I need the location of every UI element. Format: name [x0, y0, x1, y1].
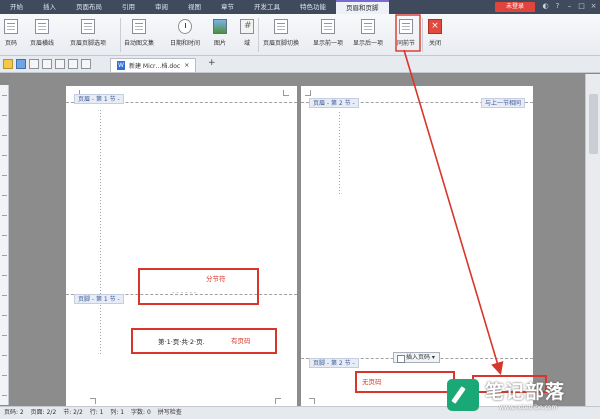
auto-text-icon	[132, 19, 146, 34]
hf-switch-icon	[274, 19, 288, 34]
show-prev-button[interactable]: 显示前一项	[313, 16, 343, 54]
hf-switch-button[interactable]: 页眉页脚切换	[263, 16, 299, 54]
no-page-number-note: 无页码	[362, 378, 382, 386]
page-number-button[interactable]: 页码	[4, 16, 18, 54]
show-next-button[interactable]: 显示后一项	[353, 16, 383, 54]
header-line-icon	[35, 19, 49, 34]
watermark-title: 笔记部落	[485, 381, 566, 403]
tab-home[interactable]: 开始	[0, 0, 33, 14]
picture-button[interactable]: 图片	[213, 16, 227, 54]
page-1[interactable]: 页眉 - 第 1 节 - 页脚 - 第 1 节 -	[66, 86, 297, 406]
same-as-prev-icon	[399, 19, 413, 34]
document-tab-label: 新建 Micr…档.doc	[129, 63, 181, 70]
hf-options-icon	[81, 19, 95, 34]
ribbon-separator	[120, 18, 121, 52]
hf-options-button[interactable]: 页眉页脚选项	[70, 16, 106, 54]
date-time-button[interactable]: 日期和时间	[170, 16, 200, 54]
status-page-number: 页码: 2	[4, 409, 24, 416]
paragraph-marks	[100, 110, 101, 354]
same-as-previous-tag: 与上一节相同	[480, 98, 525, 108]
tab-insert[interactable]: 插入	[33, 0, 66, 14]
page1-footer-page-number: 第·1·页·共·2·页.	[158, 338, 205, 346]
notetribe-logo-icon	[447, 379, 479, 411]
page-corner-mark	[283, 90, 289, 96]
tab-developer[interactable]: 开发工具	[244, 0, 290, 14]
help-icon[interactable]: ?	[553, 2, 562, 11]
has-page-number-note: 有页码	[231, 337, 251, 345]
section-break-highlight	[138, 268, 259, 305]
ribbon-separator	[422, 18, 423, 52]
status-spell-check[interactable]: 拼写检查	[158, 409, 182, 416]
skin-icon[interactable]: ◐	[541, 2, 550, 11]
quick-toolbar	[0, 56, 600, 73]
open-folder-icon[interactable]	[3, 59, 13, 69]
status-column: 列: 1	[110, 409, 125, 416]
page-corner-mark	[90, 398, 96, 404]
minimize-icon[interactable]: –	[565, 2, 574, 11]
preview-icon[interactable]	[42, 59, 52, 69]
close-window-icon[interactable]: ×	[589, 2, 598, 11]
scrollbar-thumb[interactable]	[589, 94, 598, 154]
status-section: 节: 2/2	[63, 409, 83, 416]
watermark: 笔记部落 www.notetribe.com	[447, 377, 597, 419]
redo-icon[interactable]	[81, 59, 91, 69]
page-number-icon	[4, 19, 18, 34]
page2-header-tag: 页眉 - 第 2 节 -	[309, 98, 359, 108]
document-area[interactable]: 页眉 - 第 1 节 - 页脚 - 第 1 节 - 页眉 - 第 2 节 - 与…	[10, 74, 584, 406]
tab-page-layout[interactable]: 页面布局	[66, 0, 112, 14]
save-icon[interactable]	[16, 59, 26, 69]
word-doc-icon: W	[117, 61, 125, 70]
tab-special[interactable]: 特色功能	[290, 0, 336, 14]
print-icon[interactable]	[29, 59, 39, 69]
tab-close-icon[interactable]: ×	[184, 62, 189, 69]
tab-references[interactable]: 引用	[112, 0, 145, 14]
tab-review[interactable]: 审阅	[145, 0, 178, 14]
picture-icon	[213, 19, 227, 34]
insert-page-number-button[interactable]: 插入页码 ▾	[393, 352, 440, 363]
status-page: 页面: 2/2	[30, 409, 57, 416]
vertical-ruler	[0, 85, 9, 405]
paragraph-marks	[339, 112, 340, 196]
status-row: 行: 1	[89, 409, 104, 416]
show-next-icon	[361, 19, 375, 34]
show-prev-icon	[321, 19, 335, 34]
undo-icon[interactable]	[68, 59, 78, 69]
page-corner-mark	[309, 398, 315, 404]
header-line-button[interactable]: 页眉横线	[30, 16, 54, 54]
page-corner-mark	[275, 398, 281, 404]
page-corner-mark	[305, 90, 311, 96]
ribbon: 页码 页眉横线 页眉页脚选项 自动图文集 日期和时间 图片 域 页眉页脚切换 显…	[0, 14, 600, 56]
section-break-dashes: - - - - - -	[172, 288, 197, 296]
status-word-count: 字数: 0	[131, 409, 151, 416]
tab-view[interactable]: 视图	[178, 0, 211, 14]
auto-text-button[interactable]: 自动图文集	[124, 16, 154, 54]
page1-header-tag: 页眉 - 第 1 节 -	[74, 94, 124, 104]
same-as-prev-button[interactable]: 同前节	[397, 16, 415, 54]
new-tab-button[interactable]: +	[208, 58, 216, 68]
vertical-scrollbar[interactable]	[585, 74, 600, 406]
clock-icon	[178, 19, 192, 34]
watermark-url: www.notetribe.com	[499, 404, 558, 411]
page2-footer-tag: 页脚 - 第 2 节 -	[309, 358, 359, 368]
page1-footer-tag: 页脚 - 第 1 节 -	[74, 294, 124, 304]
ribbon-separator	[258, 18, 259, 52]
field-button[interactable]: 域	[240, 16, 254, 54]
document-tab[interactable]: W 新建 Micr…档.doc ×	[110, 58, 197, 72]
close-icon: ×	[428, 19, 442, 34]
maximize-icon[interactable]: □	[577, 2, 586, 11]
section-break-label: 分节符	[206, 275, 226, 283]
login-button[interactable]: 未登录	[495, 2, 535, 12]
format-painter-icon[interactable]	[55, 59, 65, 69]
tab-section[interactable]: 章节	[211, 0, 244, 14]
tab-header-footer[interactable]: 页眉和页脚	[336, 0, 389, 14]
field-icon	[240, 19, 254, 34]
close-hf-button[interactable]: × 关闭	[428, 16, 442, 54]
